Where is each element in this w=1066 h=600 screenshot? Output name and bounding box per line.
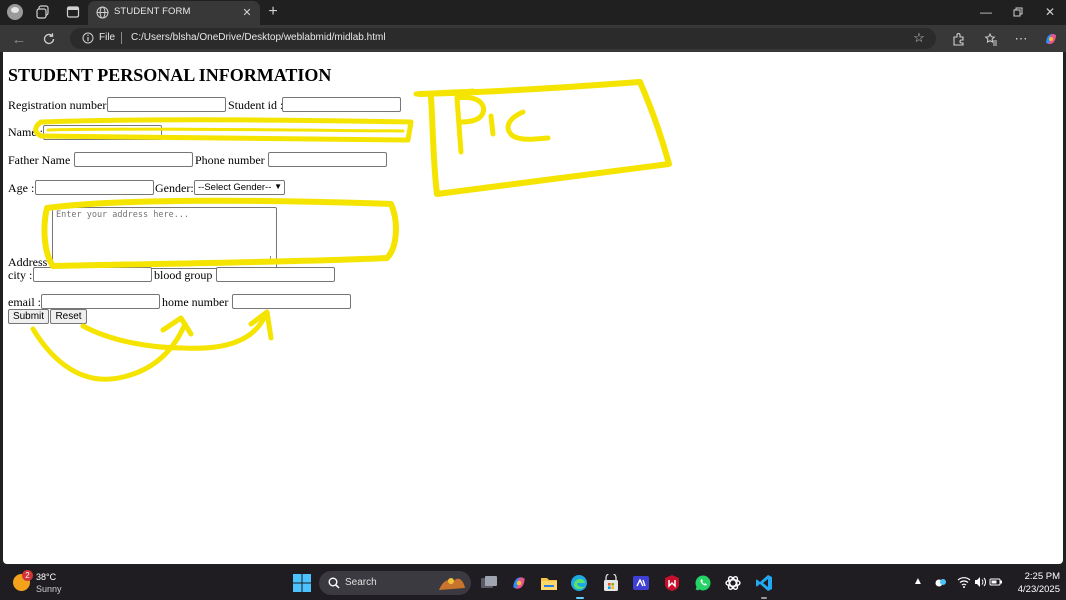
search-label: Search: [345, 577, 377, 588]
favorite-star-icon[interactable]: ☆: [912, 30, 926, 45]
age-input[interactable]: [35, 180, 154, 195]
edge-browser-icon[interactable]: [569, 573, 589, 593]
weather-temperature[interactable]: 38°C: [36, 572, 56, 582]
back-arrow-icon[interactable]: ←: [10, 30, 28, 48]
weather-badge: 2: [22, 570, 33, 581]
taskbar: 2 38°C Sunny Search ▲ 2:25 PM 4/23/2025: [0, 566, 1066, 600]
chatgpt-icon[interactable]: [723, 573, 743, 593]
blood-group-label: blood group :: [154, 268, 219, 282]
task-view-icon[interactable]: [479, 573, 499, 593]
registration-number-label: Registration number :: [8, 98, 113, 112]
show-hidden-icons-chevron-icon[interactable]: ▲: [913, 576, 923, 587]
browser-tab[interactable]: STUDENT FORM ✕: [88, 1, 260, 25]
volume-icon[interactable]: [973, 575, 987, 589]
vscode-icon[interactable]: [754, 573, 774, 593]
father-name-input[interactable]: [74, 152, 193, 167]
submit-button[interactable]: Submit: [8, 309, 49, 324]
chevron-down-icon: ▼: [274, 182, 282, 191]
refresh-icon[interactable]: [40, 30, 58, 48]
mcafee-icon[interactable]: [662, 573, 682, 593]
favorites-icon[interactable]: [982, 30, 1000, 48]
registration-number-input[interactable]: [107, 97, 226, 112]
city-input[interactable]: [33, 267, 152, 282]
phone-number-input[interactable]: [268, 152, 387, 167]
network-cloud-icon[interactable]: [934, 575, 948, 589]
whatsapp-icon[interactable]: [693, 573, 713, 593]
pic-letter-c: [505, 109, 551, 142]
page-title: STUDENT PERSONAL INFORMATION: [8, 65, 332, 85]
email-input[interactable]: [41, 294, 160, 309]
navigation-bar: ← File C:/Users/blsha/OneDrive/Desktop/w…: [0, 25, 1066, 52]
pic-box: [416, 79, 672, 197]
minimize-icon[interactable]: —: [971, 2, 1001, 22]
more-options-icon[interactable]: ⋯: [1012, 30, 1030, 48]
file-explorer-icon[interactable]: [539, 573, 559, 593]
microsoft-store-icon[interactable]: [601, 573, 621, 593]
page-content: STUDENT PERSONAL INFORMATION Registratio…: [3, 52, 1063, 564]
battery-icon[interactable]: [989, 575, 1003, 589]
student-id-label: Student id :: [228, 98, 284, 112]
email-label: email :: [8, 295, 41, 309]
arrow-curve-1: [30, 321, 188, 382]
city-label: city :: [8, 268, 33, 282]
phone-number-label: Phone number :: [195, 153, 271, 167]
close-tab-icon[interactable]: ✕: [240, 5, 254, 19]
windows-start-icon[interactable]: [293, 574, 311, 592]
title-bar: STUDENT FORM ✕ + — ✕: [0, 0, 1066, 25]
name-label: Name :: [8, 125, 43, 139]
visual-studio-icon[interactable]: [631, 573, 651, 593]
copilot-icon[interactable]: [1042, 30, 1060, 48]
reset-button[interactable]: Reset: [50, 309, 87, 324]
new-tab-icon[interactable]: +: [264, 3, 282, 21]
home-number-label: home number :: [162, 295, 235, 309]
profile-icon[interactable]: [7, 4, 23, 20]
address-bar[interactable]: File C:/Users/blsha/OneDrive/Desktop/web…: [70, 28, 936, 49]
arrow-curve-2: [80, 313, 268, 351]
extensions-icon[interactable]: [949, 30, 967, 48]
clock-date[interactable]: 4/23/2025: [1008, 584, 1060, 595]
copilot-app-icon[interactable]: [509, 573, 529, 593]
student-id-input[interactable]: [282, 97, 401, 112]
taskbar-search[interactable]: Search: [319, 571, 471, 595]
resize-grip-icon[interactable]: [264, 256, 271, 263]
arrow-head-2: [248, 309, 274, 341]
wifi-icon[interactable]: [957, 575, 971, 589]
arrow-head-1: [160, 315, 194, 337]
tab-title: STUDENT FORM: [114, 6, 191, 17]
gender-select[interactable]: --Select Gender-- ▼: [194, 180, 285, 195]
vscode-running-indicator: [761, 597, 767, 599]
search-highlight-image-icon: [439, 578, 465, 590]
restore-icon[interactable]: [1003, 2, 1033, 22]
home-number-input[interactable]: [232, 294, 351, 309]
age-label: Age :: [8, 181, 35, 195]
url-text[interactable]: C:/Users/blsha/OneDrive/Desktop/weblabmi…: [131, 32, 386, 43]
clock-time[interactable]: 2:25 PM: [1016, 571, 1060, 582]
blood-group-input[interactable]: [216, 267, 335, 282]
info-icon[interactable]: [82, 32, 94, 44]
tab-actions-icon[interactable]: [66, 5, 80, 19]
pic-box-top: [413, 88, 476, 97]
close-window-icon[interactable]: ✕: [1035, 2, 1065, 22]
edge-running-indicator: [576, 597, 584, 599]
search-icon: [328, 577, 340, 589]
gender-selected-value: --Select Gender--: [198, 182, 272, 193]
gender-label: Gender:: [155, 181, 194, 195]
workspaces-icon[interactable]: [36, 5, 50, 19]
globe-icon: [96, 6, 109, 19]
address-textarea[interactable]: [52, 207, 277, 269]
father-name-label: Father Name :: [8, 153, 77, 167]
divider: [121, 32, 122, 44]
scheme-label: File: [99, 32, 116, 43]
weather-condition[interactable]: Sunny: [36, 584, 62, 594]
name-input[interactable]: [43, 125, 162, 140]
pic-letter-p: [454, 94, 486, 155]
pic-letter-i: [488, 113, 496, 137]
